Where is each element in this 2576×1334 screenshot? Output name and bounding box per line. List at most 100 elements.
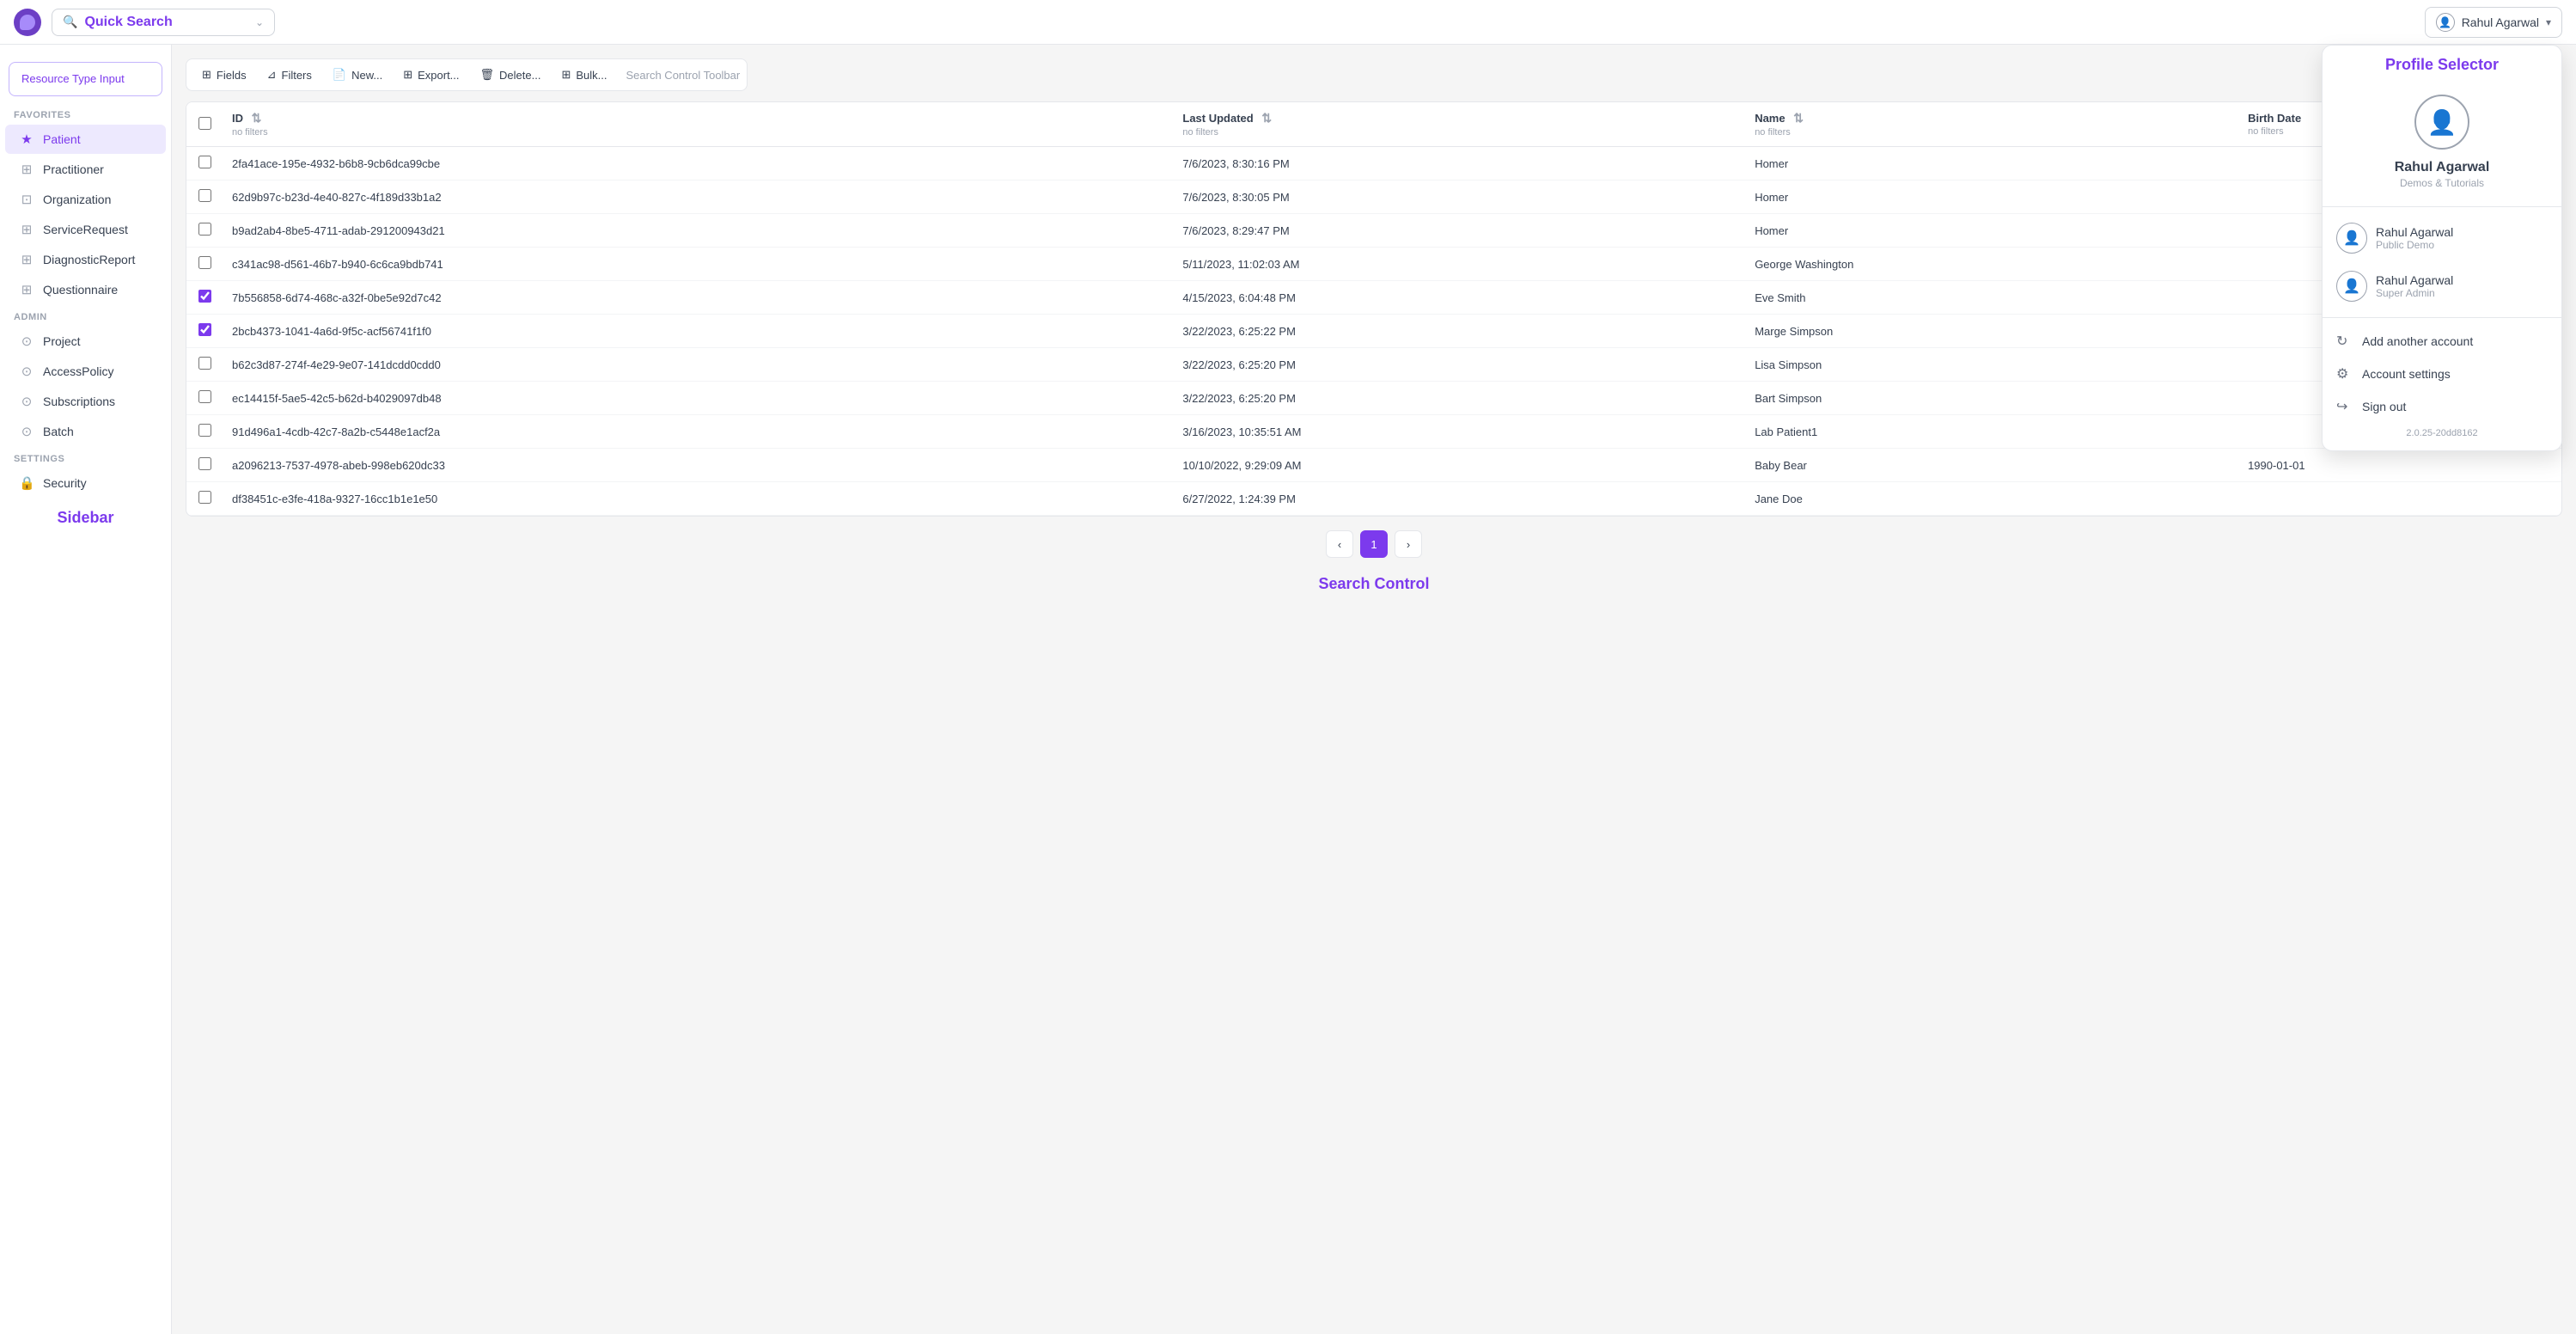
account-1-name: Rahul Agarwal	[2376, 225, 2548, 239]
col-name: Name ⇅ no filters	[1743, 102, 2236, 147]
quick-search-bar[interactable]: 🔍 Quick Search ⌄	[52, 9, 275, 36]
sidebar-item-organization[interactable]: ⊡ Organization	[5, 185, 166, 214]
sidebar-item-access-policy[interactable]: ⊙ AccessPolicy	[5, 357, 166, 386]
col-name-adjust[interactable]: ⇅	[1793, 111, 1804, 125]
sidebar-item-diagnostic-report[interactable]: ⊞ DiagnosticReport	[5, 245, 166, 274]
row-id: 91d496a1-4cdb-42c7-8a2b-c5448e1acf2a	[220, 415, 1170, 449]
search-icon: 🔍	[63, 15, 77, 29]
row-checkbox-cell[interactable]	[186, 482, 220, 516]
row-checkbox-cell[interactable]	[186, 415, 220, 449]
col-last-updated: Last Updated ⇅ no filters	[1170, 102, 1743, 147]
sidebar-item-questionnaire-label: Questionnaire	[43, 283, 118, 297]
profile-header: 👤 Rahul Agarwal Demos & Tutorials	[2323, 77, 2561, 199]
row-name: Baby Bear	[1743, 449, 2236, 482]
sidebar-item-diagnosticreport-label: DiagnosticReport	[43, 253, 135, 266]
row-checkbox[interactable]	[198, 256, 211, 269]
account-2-role: Super Admin	[2376, 287, 2548, 299]
sidebar-item-questionnaire[interactable]: ⊞ Questionnaire	[5, 275, 166, 304]
row-last-updated: 10/10/2022, 9:29:09 AM	[1170, 449, 1743, 482]
row-checkbox-cell[interactable]	[186, 315, 220, 348]
delete-button[interactable]: 🗑 Delete...	[472, 63, 550, 87]
sign-out-action[interactable]: ↪ Sign out	[2323, 390, 2561, 423]
row-last-updated: 3/22/2023, 6:25:20 PM	[1170, 348, 1743, 382]
report-icon: ⊞	[19, 252, 34, 267]
row-checkbox[interactable]	[198, 357, 211, 370]
row-checkbox-cell[interactable]	[186, 248, 220, 281]
sidebar-item-patient[interactable]: ★ Patient	[5, 125, 166, 154]
col-id: ID ⇅ no filters	[220, 102, 1170, 147]
row-id: df38451c-e3fe-418a-9327-16cc1b1e1e50	[220, 482, 1170, 516]
col-id-adjust[interactable]: ⇅	[252, 111, 262, 125]
lock-icon: 🔒	[19, 475, 34, 491]
sidebar-footer-label: Sidebar	[0, 499, 171, 530]
user-name-label: Rahul Agarwal	[2462, 15, 2539, 29]
row-id: b9ad2ab4-8be5-4711-adab-291200943d21	[220, 214, 1170, 248]
profile-account-2[interactable]: 👤 Rahul Agarwal Super Admin	[2323, 262, 2561, 310]
next-page-button[interactable]: ›	[1395, 530, 1422, 558]
row-checkbox-cell[interactable]	[186, 382, 220, 415]
sidebar-item-batch[interactable]: ⊙ Batch	[5, 417, 166, 446]
row-checkbox-cell[interactable]	[186, 181, 220, 214]
row-last-updated: 6/27/2022, 1:24:39 PM	[1170, 482, 1743, 516]
add-account-action[interactable]: ↻ Add another account	[2323, 325, 2561, 358]
bulk-button[interactable]: ⊞ Bulk...	[552, 63, 615, 87]
row-checkbox[interactable]	[198, 323, 211, 336]
table-row: 62d9b97c-b23d-4e40-827c-4f189d33b1a2 7/6…	[186, 181, 2561, 214]
row-name: Homer	[1743, 147, 2236, 181]
resource-type-input-label: Resource Type Input	[21, 72, 125, 85]
row-checkbox[interactable]	[198, 223, 211, 236]
row-checkbox-cell[interactable]	[186, 449, 220, 482]
fields-button[interactable]: ⊞ Fields	[193, 63, 255, 87]
account-settings-action[interactable]: ⚙ Account settings	[2323, 358, 2561, 390]
export-button[interactable]: ⊞ Export...	[394, 63, 467, 87]
row-checkbox-cell[interactable]	[186, 147, 220, 181]
form-icon: ⊞	[19, 282, 34, 297]
profile-account-1[interactable]: 👤 Rahul Agarwal Public Demo	[2323, 214, 2561, 262]
select-all-checkbox[interactable]	[198, 117, 211, 130]
row-name: Lab Patient1	[1743, 415, 2236, 449]
sidebar-item-security-label: Security	[43, 476, 87, 490]
row-checkbox[interactable]	[198, 390, 211, 403]
sidebar-item-subscriptions[interactable]: ⊙ Subscriptions	[5, 387, 166, 416]
sidebar-item-service-request[interactable]: ⊞ ServiceRequest	[5, 215, 166, 244]
new-icon: 📄	[333, 68, 346, 82]
filters-button[interactable]: ⊿ Filters	[259, 63, 320, 87]
add-account-icon: ↻	[2336, 333, 2353, 350]
doc-icon: ⊞	[19, 222, 34, 237]
table-row: ec14415f-5ae5-42c5-b62d-b4029097db48 3/2…	[186, 382, 2561, 415]
app-logo[interactable]	[14, 9, 41, 36]
sidebar: Resource Type Input FAVORITES ★ Patient …	[0, 45, 172, 1334]
row-checkbox[interactable]	[198, 457, 211, 470]
row-birth-date	[2236, 482, 2561, 516]
batch-icon: ⊙	[19, 424, 34, 439]
row-name: Lisa Simpson	[1743, 348, 2236, 382]
row-checkbox[interactable]	[198, 189, 211, 202]
sidebar-item-practitioner[interactable]: ⊞ Practitioner	[5, 155, 166, 184]
page-1-button[interactable]: 1	[1360, 530, 1388, 558]
table-row: b9ad2ab4-8be5-4711-adab-291200943d21 7/6…	[186, 214, 2561, 248]
row-birth-date: 1990-01-01	[2236, 449, 2561, 482]
row-checkbox-cell[interactable]	[186, 281, 220, 315]
row-checkbox[interactable]	[198, 491, 211, 504]
row-checkbox-cell[interactable]	[186, 214, 220, 248]
sidebar-item-organization-label: Organization	[43, 193, 111, 206]
col-last-updated-adjust[interactable]: ⇅	[1261, 111, 1272, 125]
row-checkbox[interactable]	[198, 290, 211, 303]
sidebar-item-project[interactable]: ⊙ Project	[5, 327, 166, 356]
row-last-updated: 3/22/2023, 6:25:20 PM	[1170, 382, 1743, 415]
resource-type-input[interactable]: Resource Type Input	[9, 62, 162, 96]
row-checkbox[interactable]	[198, 156, 211, 168]
profile-avatar-large: 👤	[2414, 95, 2469, 150]
new-button[interactable]: 📄 New...	[324, 63, 391, 87]
filters-label: Filters	[282, 69, 312, 82]
profile-version: 2.0.25-20dd8162	[2323, 423, 2561, 444]
main-content: ⊞ Fields ⊿ Filters 📄 New... ⊞ Export... …	[172, 45, 2576, 1334]
account-1-info: Rahul Agarwal Public Demo	[2376, 225, 2548, 251]
sidebar-item-security[interactable]: 🔒 Security	[5, 468, 166, 498]
prev-page-button[interactable]: ‹	[1326, 530, 1353, 558]
row-id: 2fa41ace-195e-4932-b6b8-9cb6dca99cbe	[220, 147, 1170, 181]
row-checkbox[interactable]	[198, 424, 211, 437]
row-checkbox-cell[interactable]	[186, 348, 220, 382]
app-container: 🔍 Quick Search ⌄ 👤 Rahul Agarwal ▾ Resou…	[0, 0, 2576, 1334]
user-menu-button[interactable]: 👤 Rahul Agarwal ▾	[2425, 7, 2562, 38]
